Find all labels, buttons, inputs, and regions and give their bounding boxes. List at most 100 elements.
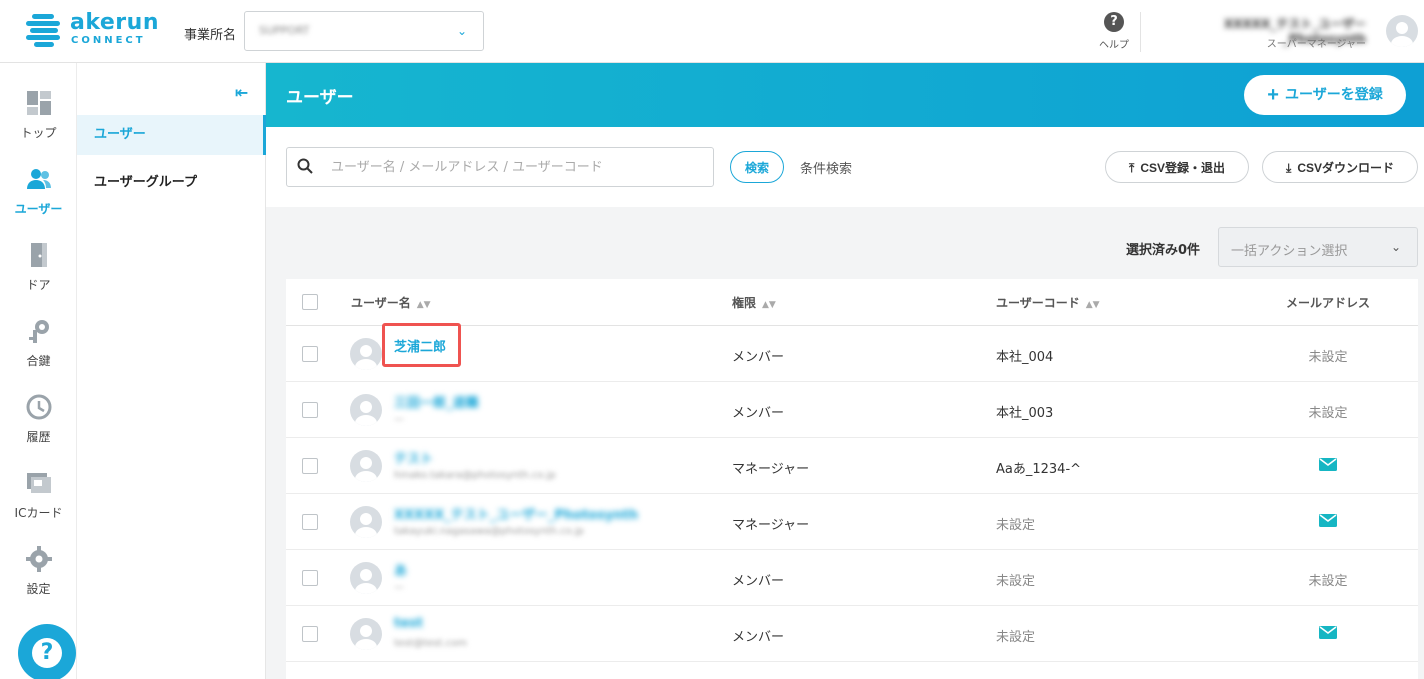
row-checkbox[interactable] (302, 402, 318, 418)
mail-icon[interactable] (1319, 514, 1337, 527)
user-name-link[interactable]: テスト (394, 448, 433, 467)
user-role: メンバー (732, 350, 785, 365)
nav-label: トップ (20, 126, 57, 140)
csv-download-button[interactable]: ⤓ CSVダウンロード (1262, 151, 1418, 183)
email-unset: 未設定 (1308, 350, 1348, 365)
add-user-button[interactable]: + ユーザーを登録 (1244, 75, 1406, 115)
nav-item-users[interactable]: ユーザー (0, 165, 77, 217)
nav-label: ICカード (14, 506, 63, 520)
logo-sub: CONNECT (71, 35, 146, 46)
header-role-label: 権限 (732, 296, 757, 310)
header-name[interactable]: ユーザー名 ▲▼ (351, 294, 431, 311)
header-divider (1140, 12, 1141, 52)
nav-label: 履歴 (26, 430, 51, 444)
download-icon: ⤓ (1286, 160, 1292, 175)
table-row[interactable]: test test@test.com メンバー 未設定 (286, 606, 1418, 662)
nav-item-settings[interactable]: 設定 (0, 545, 77, 597)
user-mail: 未設定 (1278, 570, 1378, 589)
user-name-link[interactable]: XXXXX_テスト_ユーザー_Photosynth (394, 504, 638, 523)
condition-search-link[interactable]: 条件検索 (800, 158, 852, 177)
header-code[interactable]: ユーザーコード ▲▼ (996, 294, 1100, 311)
user-email: — (394, 414, 404, 425)
header-email: メールアドレス (1285, 296, 1370, 310)
add-user-label: ユーザーを登録 (1284, 85, 1383, 102)
avatar[interactable] (1386, 15, 1418, 47)
nav-item-history[interactable]: 履歴 (0, 393, 77, 445)
csv-import-label: CSV登録・退出 (1140, 160, 1225, 175)
page-title: ユーザー (286, 88, 354, 108)
chevron-down-icon: ⌄ (456, 24, 467, 38)
door-icon (30, 243, 47, 267)
collapse-sidebar-icon[interactable]: ⇤ (235, 83, 248, 102)
bulk-action-select[interactable]: 一括アクション選択 ⌄ (1218, 227, 1418, 267)
csv-import-button[interactable]: ⤒ CSV登録・退出 (1105, 151, 1249, 183)
users-table: ユーザー名 ▲▼ 権限 ▲▼ ユーザーコード ▲▼ メールアドレス 芝浦二郎 メンバー本… (286, 279, 1418, 679)
header-role[interactable]: 権限 ▲▼ (732, 294, 776, 311)
nav-label: ドア (26, 278, 51, 292)
user-name-link[interactable]: あ (394, 560, 407, 579)
help-icon: ? (1104, 12, 1124, 32)
help-label: ヘルプ (1099, 40, 1129, 51)
office-select-value: SUPPORT (259, 24, 310, 37)
user-code: 本社_004 (996, 350, 1054, 365)
key-icon (28, 320, 49, 343)
user-name-link[interactable]: test (394, 616, 423, 631)
office-select[interactable]: SUPPORT ⌄ (244, 11, 484, 51)
subnav-item-user-groups[interactable]: ユーザーグループ (77, 163, 266, 203)
email-unset: 未設定 (1308, 574, 1348, 589)
user-role: マネージャー (732, 518, 810, 533)
row-checkbox[interactable] (302, 626, 318, 642)
user-name-link[interactable]: 三田一郎_退職 (394, 392, 479, 411)
row-checkbox[interactable] (302, 514, 318, 530)
avatar-person-icon (355, 401, 377, 426)
avatar-person-icon (355, 569, 377, 594)
select-all-checkbox[interactable] (302, 294, 318, 310)
avatar-person-icon (355, 513, 377, 538)
upload-icon: ⤒ (1129, 160, 1135, 175)
user-role: メンバー (732, 406, 785, 421)
history-icon (26, 394, 51, 420)
search-area: 検索 条件検索 ⤒ CSV登録・退出 ⤓ CSVダウンロード (266, 127, 1424, 207)
user-email: hinako.takara@photosynth.co.jp (394, 470, 556, 481)
help-button[interactable]: ? ヘルプ (1098, 12, 1130, 51)
user-code: 本社_003 (996, 406, 1054, 421)
row-checkbox[interactable] (302, 458, 318, 474)
left-nav: トップ ユーザー ドア 合鍵 履歴 ICカード 設定 (0, 63, 77, 679)
csv-download-label: CSVダウンロード (1297, 160, 1394, 175)
table-row[interactable]: XXXXX_テスト_ユーザー_Photosynth takayuki.nagasa… (286, 494, 1418, 550)
nav-label: 設定 (26, 582, 51, 596)
mail-icon[interactable] (1319, 458, 1337, 471)
gear-icon (25, 546, 52, 572)
nav-item-door[interactable]: ドア (0, 241, 77, 293)
nav-item-ic-card[interactable]: ICカード (0, 469, 77, 521)
row-checkbox[interactable] (302, 570, 318, 586)
help-fab[interactable]: ? (18, 624, 76, 679)
selected-count: 選択済み0件 (1126, 243, 1201, 258)
user-role: メンバー (732, 630, 785, 645)
search-button[interactable]: 検索 (730, 151, 784, 183)
nav-item-top[interactable]: トップ (0, 89, 77, 141)
table-row[interactable]: あ — メンバー 未設定 未設定 (286, 550, 1418, 606)
table-row[interactable]: 芝浦二郎 メンバー 本社_004 未設定 (286, 323, 1418, 382)
table-row[interactable]: 三田一郎_退職 — メンバー 本社_003 未設定 (286, 382, 1418, 438)
subnav-item-users[interactable]: ユーザー (77, 115, 266, 155)
highlight-box (382, 323, 461, 367)
row-checkbox[interactable] (302, 346, 318, 362)
avatar (350, 506, 382, 538)
user-email: — (394, 582, 404, 593)
table-row[interactable]: テスト hinako.takara@photosynth.co.jp マネージャー A… (286, 438, 1418, 494)
sort-icon: ▲▼ (416, 300, 431, 310)
app-header: akerun CONNECT 事業所名 SUPPORT ⌄ ? ヘルプ XXXX… (0, 0, 1424, 63)
avatar (350, 394, 382, 426)
table-header: ユーザー名 ▲▼ 権限 ▲▼ ユーザーコード ▲▼ メールアドレス (286, 279, 1418, 326)
akerun-logo[interactable]: akerun CONNECT (26, 10, 158, 48)
user-role: メンバー (732, 574, 785, 589)
logo-word: akerun (70, 10, 159, 35)
search-input[interactable] (286, 147, 714, 187)
ic-card-icon (26, 473, 51, 493)
akerun-logo-icon (26, 14, 62, 47)
header-name-label: ユーザー名 (351, 296, 411, 310)
nav-label: ユーザー (14, 202, 63, 216)
nav-item-key[interactable]: 合鍵 (0, 317, 77, 369)
mail-icon[interactable] (1319, 626, 1337, 639)
